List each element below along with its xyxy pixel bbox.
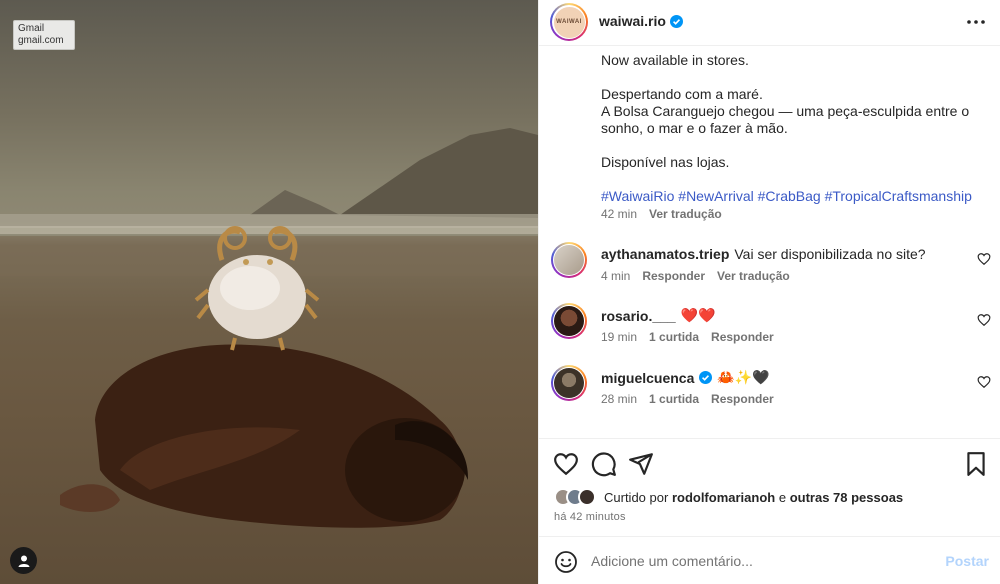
reply-button[interactable]: Responder xyxy=(711,392,774,406)
share-icon[interactable] xyxy=(628,451,654,477)
see-translation-link[interactable]: Ver tradução xyxy=(649,207,722,221)
like-comment-heart-icon[interactable] xyxy=(977,252,991,266)
emoji-icon[interactable] xyxy=(554,550,578,574)
comment-time[interactable]: 19 min xyxy=(601,330,637,344)
caption-line: A Bolsa Caranguejo chegou — uma peça-esc… xyxy=(601,103,970,119)
comment-username[interactable]: miguelcuenca xyxy=(601,370,694,386)
hashtag-link[interactable]: #NewArrival xyxy=(678,188,753,204)
gmail-tooltip-domain: gmail.com xyxy=(18,35,64,46)
see-translation-link[interactable]: Ver tradução xyxy=(717,269,790,283)
post-actions: Curtido por rodolfomarianoh e outras 78 … xyxy=(539,438,1000,536)
comment-item: aythanamatos.triep Vai ser disponibiliza… xyxy=(539,242,1000,298)
comment-likes[interactable]: 1 curtida xyxy=(649,392,699,406)
bookmark-icon[interactable] xyxy=(963,451,989,477)
commenter-avatar[interactable] xyxy=(551,242,587,278)
heart-icon[interactable] xyxy=(553,451,579,477)
comment-text: Vai ser disponibilizada no site? xyxy=(734,246,926,262)
caption-line: Now available in stores. xyxy=(601,52,749,68)
liked-by-user[interactable]: rodolfomarianoh xyxy=(672,490,775,505)
comment-icon[interactable] xyxy=(591,451,617,477)
comment-item: rosario.___ ❤️❤️ 19 min 1 curtida Respon… xyxy=(539,303,1000,359)
post-panel: WAIWAI waiwai.rio Now available in store… xyxy=(538,0,1000,584)
comment-likes[interactable]: 1 curtida xyxy=(649,330,699,344)
liker-avatars xyxy=(554,488,596,506)
comment-time[interactable]: 28 min xyxy=(601,392,637,406)
comment-input[interactable] xyxy=(591,551,931,571)
comment-meta: 19 min 1 curtida Responder xyxy=(601,330,774,344)
like-comment-heart-icon[interactable] xyxy=(977,313,991,327)
profile-avatar[interactable]: WAIWAI xyxy=(550,3,588,41)
post-timestamp[interactable]: há 42 minutos xyxy=(554,511,626,523)
hashtag-list: #WaiwaiRio #NewArrival #CrabBag #Tropica… xyxy=(601,188,981,205)
verified-badge-icon xyxy=(699,371,713,384)
comment-text: ❤️❤️ xyxy=(680,307,716,323)
comment-meta: 4 min Responder Ver tradução xyxy=(601,269,790,283)
hashtag-link[interactable]: #CrabBag xyxy=(758,188,821,204)
verified-badge-icon xyxy=(669,14,683,28)
hashtag-link[interactable]: #TropicalCraftsmanship xyxy=(825,188,972,204)
hashtag-link[interactable]: #WaiwaiRio xyxy=(601,188,674,204)
caption-line: Disponível nas lojas. xyxy=(601,154,730,170)
more-options-button[interactable] xyxy=(965,12,987,32)
liked-by-conjunction: e xyxy=(778,489,787,505)
like-comment-heart-icon[interactable] xyxy=(977,375,991,389)
likes-summary[interactable]: Curtido por rodolfomarianoh e outras 78 … xyxy=(554,488,903,506)
tagged-user-icon[interactable] xyxy=(10,547,37,574)
reply-button[interactable]: Responder xyxy=(711,330,774,344)
comment-time[interactable]: 4 min xyxy=(601,269,630,283)
gmail-tooltip: Gmail gmail.com xyxy=(13,20,75,50)
liked-by-others[interactable]: outras 78 pessoas xyxy=(790,490,903,505)
commenter-avatar[interactable] xyxy=(551,303,587,339)
comment-username[interactable]: aythanamatos.triep xyxy=(601,246,729,262)
comment-item: miguelcuenca 🦀✨🖤 28 min 1 curtida Respon… xyxy=(539,365,1000,421)
ellipsis-icon xyxy=(967,20,985,24)
person-icon xyxy=(18,555,29,567)
comment-username[interactable]: rosario.___ xyxy=(601,308,676,324)
post-caption: Now available in stores. Despertando com… xyxy=(601,52,981,205)
caption-line: Despertando com a maré. xyxy=(601,86,763,102)
comment-text: 🦀✨🖤 xyxy=(717,369,770,385)
brand-logo: WAIWAI xyxy=(553,6,585,38)
comments-section[interactable]: Now available in stores. Despertando com… xyxy=(539,46,1000,436)
beach-scene xyxy=(0,128,538,528)
comment-meta: 28 min 1 curtida Responder xyxy=(601,392,774,406)
add-comment-bar: Postar xyxy=(539,536,1000,584)
post-comment-button[interactable]: Postar xyxy=(945,553,989,569)
post-image[interactable]: Gmail gmail.com xyxy=(0,0,538,584)
caption-line: sonho, o mar e o fazer à mão. xyxy=(601,120,788,136)
post-header: WAIWAI waiwai.rio xyxy=(539,0,1000,46)
post-username[interactable]: waiwai.rio xyxy=(599,13,666,29)
reply-button[interactable]: Responder xyxy=(642,269,705,283)
gmail-tooltip-title: Gmail xyxy=(18,23,45,34)
caption-time[interactable]: 42 min xyxy=(601,207,637,221)
liked-by-prefix: Curtido por xyxy=(604,489,669,505)
commenter-avatar[interactable] xyxy=(551,365,587,401)
caption-meta: 42 min Ver tradução xyxy=(601,207,722,221)
